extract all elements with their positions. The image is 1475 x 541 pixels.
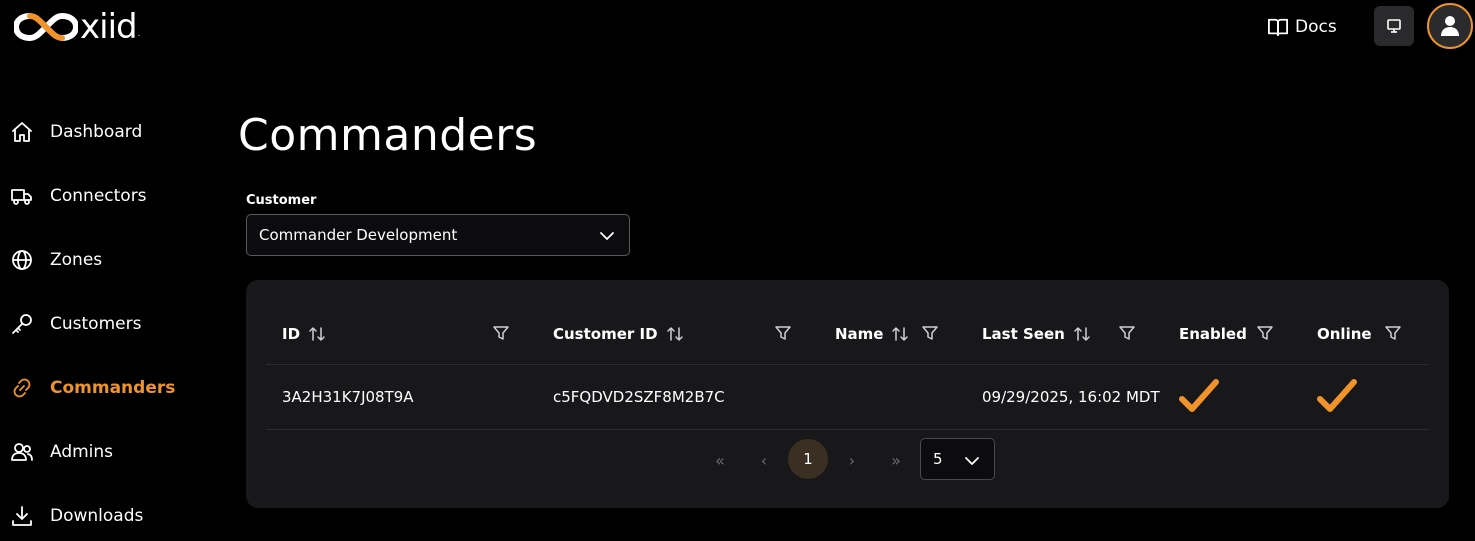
filter-icon[interactable] xyxy=(1117,322,1137,344)
cell-customer-id: c5FQDVD2SZF8M2B7C xyxy=(553,388,725,406)
sidebar-item-label: Admins xyxy=(50,442,114,462)
xiid-logo[interactable]: xiid . xyxy=(14,8,140,46)
column-header-customer-id: Customer ID xyxy=(553,324,684,344)
double-chevron-right-icon: » xyxy=(891,450,901,470)
book-icon xyxy=(1267,18,1288,37)
users-icon xyxy=(10,440,34,464)
chevron-left-icon: ‹ xyxy=(760,450,768,470)
customer-select-value: Commander Development xyxy=(259,226,458,244)
page-size-select[interactable]: 5 xyxy=(920,438,995,480)
monitor-icon xyxy=(1387,19,1401,33)
chevron-right-icon: › xyxy=(848,450,856,470)
download-icon xyxy=(10,504,34,528)
sort-icon[interactable] xyxy=(1073,325,1091,343)
docs-label: Docs xyxy=(1295,17,1337,37)
first-page-button[interactable]: « xyxy=(700,440,740,480)
filter-icon[interactable] xyxy=(920,322,940,344)
online-check-icon xyxy=(1317,379,1357,412)
logo-text: xiid xyxy=(80,7,138,47)
key-icon xyxy=(10,312,34,336)
column-header-enabled: Enabled xyxy=(1179,325,1247,343)
sort-icon[interactable] xyxy=(891,325,909,343)
column-header-last-seen: Last Seen xyxy=(982,324,1091,344)
column-header-id: ID xyxy=(282,324,326,344)
filter-icon[interactable] xyxy=(1383,322,1403,344)
row-divider xyxy=(266,429,1429,430)
double-chevron-left-icon: « xyxy=(715,450,725,470)
sidebar-item-label: Connectors xyxy=(50,186,147,206)
enabled-check-icon xyxy=(1179,379,1219,412)
page-size-value: 5 xyxy=(933,450,943,468)
next-page-button[interactable]: › xyxy=(832,440,872,480)
cell-id: 3A2H31K7J08T9A xyxy=(282,388,414,406)
sidebar-item-label: Dashboard xyxy=(50,122,143,142)
display-toggle-button[interactable] xyxy=(1374,6,1414,46)
user-icon xyxy=(1441,16,1459,36)
globe-icon xyxy=(10,248,34,272)
truck-icon xyxy=(10,184,34,208)
column-header-online: Online xyxy=(1317,325,1372,343)
user-avatar-button[interactable] xyxy=(1427,3,1473,49)
prev-page-button[interactable]: ‹ xyxy=(744,440,784,480)
last-page-button[interactable]: » xyxy=(876,440,916,480)
commanders-table: ID Customer ID Name Last Seen Enabled On… xyxy=(246,280,1449,508)
docs-link[interactable]: Docs xyxy=(1267,14,1337,40)
sidebar-item-label: Commanders xyxy=(50,378,176,398)
sidebar-item-label: Zones xyxy=(50,250,103,270)
sort-icon[interactable] xyxy=(308,325,326,343)
page-title: Commanders xyxy=(238,110,538,161)
sidebar-item-label: Customers xyxy=(50,314,142,334)
sort-icon[interactable] xyxy=(666,325,684,343)
filter-icon[interactable] xyxy=(773,322,793,344)
page-1-button[interactable]: 1 xyxy=(788,439,828,479)
customer-label: Customer xyxy=(246,193,317,208)
link-icon xyxy=(10,376,34,400)
cell-last-seen: 09/29/2025, 16:02 MDT xyxy=(982,388,1160,406)
header-divider xyxy=(266,364,1429,365)
column-header-name: Name xyxy=(835,324,909,344)
filter-icon[interactable] xyxy=(491,322,511,344)
chevron-down-icon xyxy=(600,232,614,240)
sidebar-item-label: Downloads xyxy=(50,506,144,526)
logo-mark: . xyxy=(137,29,141,39)
infinity-logo-icon xyxy=(14,12,78,42)
chevron-down-icon xyxy=(965,457,979,465)
app-root: xiid . Docs Dashboard Connectors Zones C… xyxy=(0,0,1475,541)
customer-select[interactable]: Commander Development xyxy=(246,214,630,256)
home-icon xyxy=(10,120,34,144)
filter-icon[interactable] xyxy=(1255,322,1275,344)
